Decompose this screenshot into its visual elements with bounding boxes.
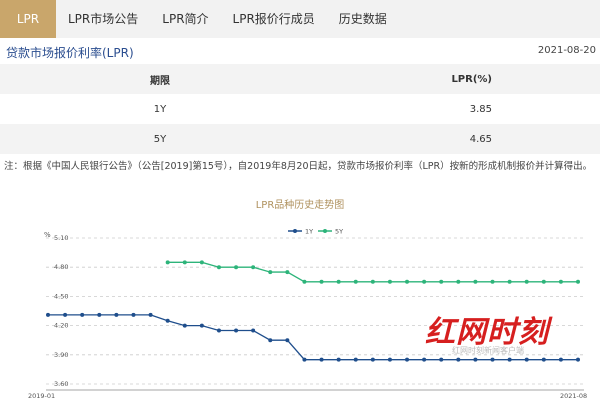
data-point-1Y (131, 312, 136, 317)
data-point-5Y (456, 279, 461, 284)
data-point-1Y (268, 338, 273, 343)
series-line-5Y (167, 261, 578, 283)
data-point-1Y (319, 357, 324, 362)
tab-lpr[interactable]: LPR (0, 0, 56, 38)
data-point-1Y (576, 357, 580, 362)
legend-marker (323, 229, 327, 233)
data-point-5Y (302, 279, 307, 284)
data-point-1Y (524, 357, 529, 362)
data-point-5Y (319, 279, 324, 284)
tab-lpr-announcements[interactable]: LPR市场公告 (56, 0, 150, 38)
table-row: 1Y 3.85 (0, 94, 600, 124)
data-point-1Y (507, 357, 512, 362)
watermark-subtext: 红网时刻新闻客户端 (452, 346, 524, 355)
data-point-5Y (353, 279, 358, 284)
data-point-1Y (46, 312, 50, 317)
data-point-5Y (251, 265, 256, 270)
legend-marker (293, 229, 297, 233)
data-point-5Y (182, 260, 187, 265)
section-title: 贷款市场报价利率(LPR) (6, 46, 134, 60)
data-point-1Y (558, 357, 563, 362)
tab-bar: LPR LPR市场公告 LPR简介 LPR报价行成员 历史数据 (0, 0, 600, 38)
data-point-1Y (234, 328, 239, 333)
data-point-1Y (216, 328, 221, 333)
row-rate: 3.85 (469, 103, 492, 115)
data-point-5Y (165, 260, 170, 265)
data-point-5Y (558, 279, 563, 284)
tab-history[interactable]: 历史数据 (327, 0, 399, 38)
header-rate: LPR(%) (451, 73, 492, 85)
footnote: 注：根据《中国人民银行公告》（公告[2019]第15号），自2019年8月20日… (4, 161, 593, 172)
data-point-1Y (456, 357, 461, 362)
data-point-1Y (182, 323, 187, 328)
data-point-1Y (97, 312, 102, 317)
data-point-5Y (541, 279, 546, 284)
data-point-1Y (114, 312, 119, 317)
data-point-1Y (387, 357, 392, 362)
y-tick-label: 4.80 (54, 263, 68, 271)
data-point-5Y (507, 279, 512, 284)
data-point-1Y (302, 357, 307, 362)
data-point-5Y (336, 279, 341, 284)
data-point-5Y (387, 279, 392, 284)
y-tick-label: 4.20 (54, 322, 68, 330)
row-rate: 4.65 (469, 133, 492, 145)
data-point-5Y (370, 279, 375, 284)
data-point-5Y (285, 270, 290, 275)
data-point-1Y (148, 312, 153, 317)
data-point-1Y (473, 357, 478, 362)
data-point-5Y (268, 270, 273, 275)
data-point-1Y (336, 357, 341, 362)
tab-lpr-members[interactable]: LPR报价行成员 (221, 0, 327, 38)
legend-label: 1Y (305, 228, 313, 236)
x-tick-label: 2019-01 (28, 392, 55, 400)
data-point-1Y (405, 357, 410, 362)
table-header-row: 期限 LPR(%) (0, 64, 600, 94)
y-tick-label: 3.60 (54, 380, 68, 388)
data-point-5Y (473, 279, 478, 284)
tab-lpr-intro[interactable]: LPR简介 (150, 0, 220, 38)
chart-title: LPR品种历史走势图 (255, 200, 345, 211)
data-point-1Y (165, 318, 170, 323)
y-tick-label: 5.10 (54, 234, 68, 242)
row-term: 1Y (153, 103, 167, 115)
data-point-5Y (422, 279, 427, 284)
data-point-5Y (216, 265, 221, 270)
data-point-5Y (199, 260, 204, 265)
data-point-1Y (251, 328, 256, 333)
data-point-1Y (370, 357, 375, 362)
y-tick-label: 4.50 (54, 292, 68, 300)
data-point-1Y (63, 312, 68, 317)
data-point-1Y (199, 323, 204, 328)
data-point-1Y (422, 357, 427, 362)
data-point-5Y (234, 265, 239, 270)
data-point-1Y (490, 357, 495, 362)
data-point-1Y (541, 357, 546, 362)
y-axis-unit: % (44, 231, 51, 239)
data-point-1Y (439, 357, 444, 362)
header-term: 期限 (150, 75, 170, 87)
data-point-5Y (439, 279, 444, 284)
data-point-5Y (524, 279, 529, 284)
y-tick-label: 3.90 (54, 351, 68, 359)
table-row: 5Y 4.65 (0, 124, 600, 154)
legend-label: 5Y (335, 228, 343, 236)
data-point-1Y (80, 312, 85, 317)
publish-date: 2021-08-20 (537, 45, 596, 56)
data-point-5Y (576, 279, 580, 284)
rate-table: 期限 LPR(%) 1Y 3.85 5Y 4.65 (0, 64, 600, 154)
row-term: 5Y (153, 133, 167, 145)
x-tick-label: 2021-08 (560, 392, 587, 400)
data-point-1Y (353, 357, 358, 362)
data-point-1Y (285, 338, 290, 343)
data-point-5Y (490, 279, 495, 284)
data-point-5Y (405, 279, 410, 284)
